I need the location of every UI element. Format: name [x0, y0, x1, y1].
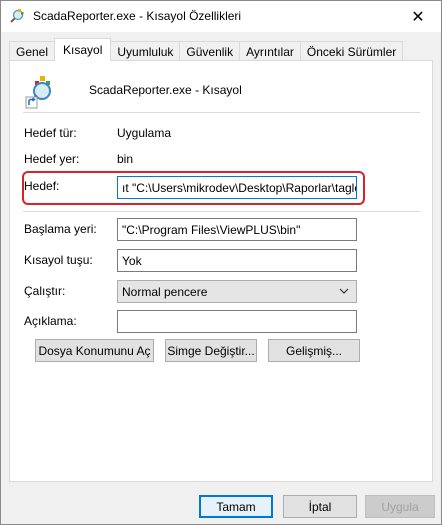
advanced-button[interactable]: Gelişmiş...	[268, 339, 360, 362]
tab-strip: Genel Kısayol Uyumluluk Güvenlik Ayrıntı…	[9, 38, 404, 61]
comment-label: Açıklama:	[24, 314, 77, 328]
target-field[interactable]: ıt "C:\Users\mikrodev\Desktop\Raporlar\t…	[117, 176, 357, 199]
target-type-label: Hedef tür:	[24, 126, 77, 140]
comment-field[interactable]	[117, 310, 357, 333]
run-label: Çalıştır:	[24, 284, 66, 298]
shortcut-panel: ScadaReporter.exe - Kısayol Hedef tür: U…	[9, 60, 433, 482]
target-location-value: bin	[117, 152, 134, 166]
cancel-button[interactable]: İptal	[283, 495, 357, 518]
title-bar[interactable]: ScadaReporter.exe - Kısayol Özellikleri …	[1, 1, 441, 32]
properties-window: ScadaReporter.exe - Kısayol Özellikleri …	[0, 0, 442, 525]
tab-security[interactable]: Güvenlik	[179, 41, 241, 61]
shortcut-key-field[interactable]: Yok	[117, 249, 357, 272]
tab-details[interactable]: Ayrıntılar	[239, 41, 301, 61]
tab-general[interactable]: Genel	[9, 41, 56, 61]
tab-shortcut[interactable]: Kısayol	[54, 38, 112, 61]
start-in-label: Başlama yeri:	[24, 222, 97, 236]
ok-button[interactable]: Tamam	[199, 495, 273, 518]
shortcut-name: ScadaReporter.exe - Kısayol	[89, 83, 242, 97]
divider	[23, 211, 420, 212]
apply-button[interactable]: Uygula	[365, 495, 435, 518]
target-type-value: Uygulama	[117, 126, 172, 140]
target-label: Hedef:	[24, 179, 60, 193]
target-location-label: Hedef yer:	[24, 152, 80, 166]
start-in-field[interactable]: "C:\Program Files\ViewPLUS\bin"	[117, 218, 357, 241]
change-icon-button[interactable]: Simge Değiştir...	[165, 339, 257, 362]
divider	[23, 112, 420, 113]
shortcut-key-label: Kısayol tuşu:	[24, 253, 93, 267]
run-select-value: Normal pencere	[122, 284, 208, 299]
run-select[interactable]: Normal pencere	[117, 280, 357, 303]
window-title: ScadaReporter.exe - Kısayol Özellikleri	[33, 9, 242, 23]
chevron-down-icon	[339, 288, 349, 294]
close-button[interactable]: ✕	[395, 1, 441, 32]
tab-previous-versions[interactable]: Önceki Sürümler	[299, 41, 404, 61]
tab-compatibility[interactable]: Uyumluluk	[110, 41, 181, 61]
open-file-location-button[interactable]: Dosya Konumunu Aç	[35, 339, 154, 362]
shortcut-app-icon	[25, 76, 51, 109]
app-icon	[10, 9, 24, 23]
close-icon: ✕	[411, 8, 425, 26]
